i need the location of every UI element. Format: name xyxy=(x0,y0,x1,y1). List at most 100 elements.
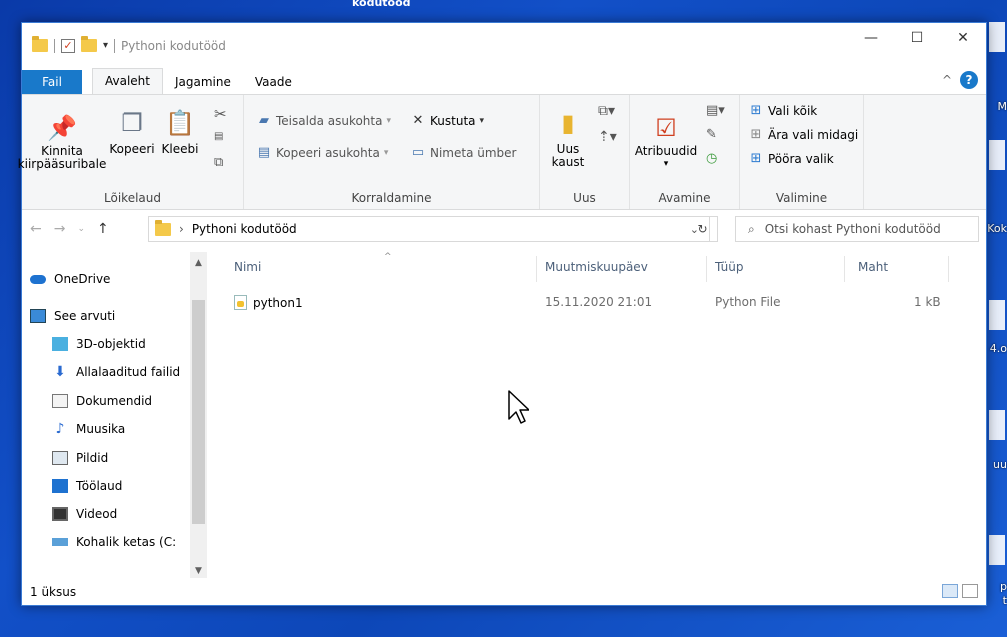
nav-item-documents[interactable]: Dokumendid xyxy=(52,394,152,408)
nav-item-label: 3D-objektid xyxy=(76,337,146,351)
select-none-label: Ära vali midagi xyxy=(768,127,859,142)
navigation-pane: OneDrive See arvuti 3D-objektid ⬇ Allala… xyxy=(22,252,208,578)
collapse-ribbon-icon[interactable]: ^ xyxy=(942,73,952,87)
scroll-up-icon[interactable]: ▲ xyxy=(190,256,207,270)
delete-icon: ✕ xyxy=(412,113,424,128)
back-arrow-icon[interactable]: ← xyxy=(30,221,42,237)
desktop-icon[interactable] xyxy=(989,535,1005,565)
nav-item-downloads[interactable]: ⬇ Allalaaditud failid xyxy=(52,365,180,379)
properties-quick-icon[interactable]: ✓ xyxy=(61,38,75,53)
clipboard-icon: 📋 xyxy=(165,109,195,137)
forward-arrow-icon[interactable]: → xyxy=(54,221,66,237)
nav-item-label: Dokumendid xyxy=(76,394,153,408)
nav-item-onedrive[interactable]: OneDrive xyxy=(30,272,110,286)
copy-label: Kopeeri xyxy=(109,142,155,156)
nav-item-label: Videod xyxy=(76,507,118,521)
move-to-button[interactable]: ▰ Teisalda asukohta ▾ xyxy=(256,113,391,128)
new-group-label: Uus xyxy=(573,191,596,205)
nav-item-label: Muusika xyxy=(76,422,126,436)
invert-selection-button[interactable]: ⊞ Pööra valik xyxy=(748,151,834,166)
refresh-icon[interactable]: ↻ xyxy=(688,216,718,242)
desktop-icon[interactable] xyxy=(989,22,1005,52)
delete-button[interactable]: ✕ Kustuta ▾ xyxy=(410,113,484,128)
paste-button[interactable]: 📋 Kleebi xyxy=(158,103,202,156)
nav-item-pictures[interactable]: Pildid xyxy=(52,451,108,465)
tab-share[interactable]: Jagamine xyxy=(163,70,243,94)
copy-to-icon: ▤ xyxy=(257,145,271,160)
desktop-label-top: kodutööd xyxy=(352,0,411,9)
up-arrow-icon[interactable]: ↑ xyxy=(97,221,109,237)
new-folder-quick-icon[interactable] xyxy=(81,36,97,52)
select-none-button[interactable]: ⊞ Ära vali midagi xyxy=(748,127,859,142)
help-icon[interactable]: ? xyxy=(960,71,978,89)
close-button[interactable]: ✕ xyxy=(940,23,986,53)
select-all-button[interactable]: ⊞ Vali kõik xyxy=(748,103,818,118)
desktop-icon-label: Kok xyxy=(987,222,1007,235)
paste-shortcut-icon[interactable]: ⧉ xyxy=(214,155,223,170)
recent-locations-icon[interactable]: ⌄ xyxy=(77,224,85,234)
pin-quick-access-button[interactable]: 📌 Kinnita kiirpääsuribale xyxy=(18,111,107,171)
column-divider[interactable] xyxy=(536,256,537,282)
pictures-icon xyxy=(52,451,68,465)
breadcrumb-chevron-icon[interactable]: › xyxy=(179,222,184,236)
nav-item-music[interactable]: ♪ Muusika xyxy=(52,422,126,436)
column-header-size[interactable]: Maht xyxy=(858,260,888,274)
select-none-icon: ⊞ xyxy=(750,127,762,142)
history-icon[interactable]: ◷ xyxy=(706,151,717,166)
nav-item-this-pc[interactable]: See arvuti xyxy=(30,309,115,323)
open-icon[interactable]: ▤▾ xyxy=(706,103,725,118)
tab-home[interactable]: Avaleht xyxy=(92,68,163,94)
nav-item-videos[interactable]: Videod xyxy=(52,507,117,521)
status-bar: 1 üksus xyxy=(22,579,986,605)
desktop-icon[interactable] xyxy=(989,410,1005,440)
tab-view[interactable]: Vaade xyxy=(243,70,304,94)
window-title: Pythoni kodutööd xyxy=(121,38,226,53)
sort-ascending-icon: ^ xyxy=(384,252,392,262)
breadcrumb-current[interactable]: Pythoni kodutööd xyxy=(192,222,297,236)
select-group-label: Valimine xyxy=(775,191,828,205)
ribbon-group-select: ⊞ Vali kõik ⊞ Ära vali midagi ⊞ Pööra va… xyxy=(740,95,864,209)
column-divider[interactable] xyxy=(844,256,845,282)
nav-item-label: Allalaaditud failid xyxy=(76,365,181,379)
rename-button[interactable]: ▭ Nimeta ümber xyxy=(410,145,517,160)
nav-item-3d-objects[interactable]: 3D-objektid xyxy=(52,337,146,351)
scrollbar-thumb[interactable] xyxy=(192,300,205,524)
column-divider[interactable] xyxy=(948,256,949,282)
search-input[interactable]: ⌕ Otsi kohast Pythoni kodutööd xyxy=(735,216,979,242)
nav-item-local-disk[interactable]: Kohalik ketas (C: xyxy=(52,535,200,549)
column-header-name[interactable]: Nimi xyxy=(234,260,261,274)
new-folder-button[interactable]: ▮ Uus kaust xyxy=(548,103,588,169)
properties-button[interactable]: ☑ Atribuudid ▾ xyxy=(634,111,698,171)
invert-selection-icon: ⊞ xyxy=(750,151,762,166)
new-item-icon[interactable]: ⧉▾ xyxy=(598,103,615,119)
title-bar[interactable]: ✓ ▾ Pythoni kodutööd — ☐ ✕ xyxy=(22,23,986,68)
column-divider[interactable] xyxy=(706,256,707,282)
minimize-button[interactable]: — xyxy=(848,23,894,53)
column-header-type[interactable]: Tüüp xyxy=(715,260,744,274)
column-header-modified[interactable]: Muutmiskuupäev xyxy=(545,260,648,274)
tab-file[interactable]: Fail xyxy=(22,70,82,94)
copy-path-icon[interactable]: ▤ xyxy=(214,131,223,142)
nav-item-desktop[interactable]: Töölaud xyxy=(52,479,122,493)
maximize-button[interactable]: ☐ xyxy=(894,23,940,53)
easy-access-icon[interactable]: ⇡▾ xyxy=(598,129,617,145)
desktop-icon[interactable] xyxy=(989,300,1005,330)
details-view-icon[interactable] xyxy=(942,584,958,598)
desktop-icon[interactable] xyxy=(989,140,1005,170)
copy-button[interactable]: ❐ Kopeeri xyxy=(108,103,156,156)
invert-selection-label: Pööra valik xyxy=(768,151,834,166)
desktop-icon xyxy=(52,479,68,493)
desktop-icon-label: 4.o xyxy=(989,342,1007,355)
table-row[interactable]: python1 15.11.2020 21:01 Python File 1 k… xyxy=(218,292,976,314)
content-area: OneDrive See arvuti 3D-objektid ⬇ Allala… xyxy=(22,252,986,578)
nav-pane-scrollbar[interactable]: ▲ ▼ xyxy=(190,252,207,578)
documents-icon xyxy=(52,394,68,408)
cut-icon[interactable]: ✂ xyxy=(214,105,227,123)
copy-to-button[interactable]: ▤ Kopeeri asukohta ▾ xyxy=(256,145,389,160)
open-group-label: Avamine xyxy=(658,191,711,205)
address-bar[interactable]: › Pythoni kodutööd ⌄ xyxy=(148,216,710,242)
edit-icon[interactable]: ✎ xyxy=(706,127,717,142)
customize-toolbar-icon[interactable]: ▾ xyxy=(103,40,108,51)
large-icons-view-icon[interactable] xyxy=(962,584,978,598)
scroll-down-icon[interactable]: ▼ xyxy=(190,564,207,578)
